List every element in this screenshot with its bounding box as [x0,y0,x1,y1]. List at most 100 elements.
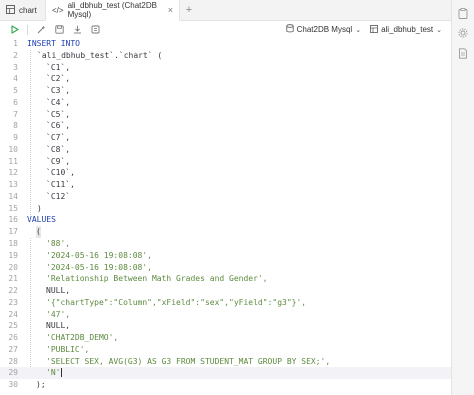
line-number: 12 [8,168,18,178]
line-text: VALUES [27,215,56,225]
line-number: 1 [13,39,18,48]
code-line: 3 `C1`, [0,62,451,74]
database-type-select[interactable]: Chat2DB Mysql ⌄ [283,23,364,36]
play-icon [10,25,19,34]
format-button[interactable] [32,21,50,38]
run-button[interactable] [5,21,23,38]
code-line: 8 `C6`, [0,120,451,132]
line-text: `C9`, [46,156,71,166]
database-name-value: ali_dbhub_test [381,25,434,34]
document-button[interactable] [456,46,470,60]
line-text: `C4`, [46,97,71,107]
code-line: 23 '{"chartType":"Column","xField":"sex",… [0,297,451,309]
code-line: 19 '2024-05-16 19:08:08', [0,250,451,262]
line-number: 27 [8,344,18,354]
line-text: `ali_dbhub_test`.`chart` ( [37,50,163,60]
line-number: 8 [13,121,18,131]
database-name-select[interactable]: ali_dbhub_test ⌄ [367,23,445,36]
code-line: 10 `C8`, [0,144,451,156]
code-line: 24 '47', [0,309,451,321]
gear-icon [458,28,468,38]
code-line: 12 `C10`, [0,167,451,179]
line-text: `C11`, [46,180,75,190]
settings-button[interactable] [456,26,470,40]
code-line: 28 'SELECT SEX, AVG(G3) AS G3 FROM STUDEN… [0,356,451,368]
tab-sql-console[interactable]: </> ali_dbhub_test (Chat2DB Mysql) × [46,0,180,21]
tab-chart[interactable]: chart [0,0,46,20]
history-button[interactable] [86,21,104,38]
code-line: 14 `C12` [0,191,451,203]
line-text: '2024-05-16 19:08:08', [46,250,152,260]
line-number: 6 [13,97,18,107]
line-text: `C7`, [46,133,71,143]
code-line: 25 NULL, [0,320,451,332]
code-line: 22 NULL, [0,285,451,297]
line-text: `C10`, [46,168,75,178]
line-number: 5 [13,86,18,96]
line-number: 28 [8,356,18,366]
line-text: 'Relationship Between Math Grades and Ge… [46,274,268,284]
line-number: 4 [13,74,18,84]
line-number: 16 [8,215,18,225]
line-number: 21 [8,274,18,284]
code-line: 4 `C2`, [0,73,451,85]
line-text: '88', [46,239,71,249]
line-number: 18 [8,239,18,249]
line-number: 22 [8,286,18,296]
line-number: 7 [13,109,18,119]
line-text: NULL, [46,321,71,331]
line-text: `C8`, [46,144,71,154]
add-tab-button[interactable]: + [180,0,198,20]
line-text: '{"chartType":"Column","xField":"sex","y… [46,297,307,307]
download-icon [73,25,81,34]
line-number: 11 [8,156,18,166]
line-text: ) [37,203,42,213]
code-line: 26 'CHAT2DB_DEMO', [0,332,451,344]
download-button[interactable] [68,21,86,38]
line-number: 26 [8,333,18,343]
line-text: 'CHAT2DB_DEMO', [46,333,119,343]
tab-chart-label: chart [19,5,37,15]
line-number: 23 [8,297,18,307]
database-type-value: Chat2DB Mysql [296,25,353,34]
save-button[interactable] [50,21,68,38]
toolbar-divider [27,24,28,35]
magic-wand-icon [37,25,45,34]
line-text: `C6`, [46,121,71,131]
close-icon[interactable]: × [168,5,173,15]
code-line: 6 `C4`, [0,97,451,109]
document-icon [459,47,467,59]
line-text: ); [36,380,46,390]
chevron-down-icon: ⌄ [436,26,442,34]
line-text: `C12` [46,191,71,201]
clipboard-button[interactable] [456,6,470,20]
sql-editor[interactable]: 1 INSERT INTO 2 `ali_dbhub_test`.`chart` (… [0,38,451,395]
line-text: 'PUBLIC', [46,344,90,354]
line-number: 17 [8,227,18,237]
line-number: 24 [8,309,18,319]
table-icon [6,4,15,16]
code-line: 20 '2024-05-16 19:08:08', [0,262,451,274]
right-sidebar [451,0,474,395]
code-line: 16 VALUES [0,214,451,226]
tab-sql-console-label: ali_dbhub_test (Chat2DB Mysql) [67,1,157,19]
line-number: 30 [8,380,18,390]
line-number: 25 [8,321,18,331]
line-text: '2024-05-16 19:08:08', [46,262,152,272]
code-line: 15) [0,203,451,215]
line-text: 'N' [46,368,61,378]
line-number: 9 [13,133,18,143]
code-line: 21 'Relationship Between Math Grades and … [0,273,451,285]
line-number: 14 [8,191,18,201]
code-line: 17 ( [0,226,451,239]
line-text: `C5`, [46,109,71,119]
code-line: 7 `C5`, [0,109,451,121]
text-cursor [61,368,62,378]
code-line: 13 `C11`, [0,179,451,191]
connection-selectors: Chat2DB Mysql ⌄ ali_dbhub_test ⌄ [283,23,451,36]
line-number: 15 [8,203,18,213]
code-line: 2 `ali_dbhub_test`.`chart` ( [0,50,451,62]
code-line: 11 `C9`, [0,156,451,168]
save-icon [54,25,64,34]
chevron-down-icon: ⌄ [355,26,362,34]
